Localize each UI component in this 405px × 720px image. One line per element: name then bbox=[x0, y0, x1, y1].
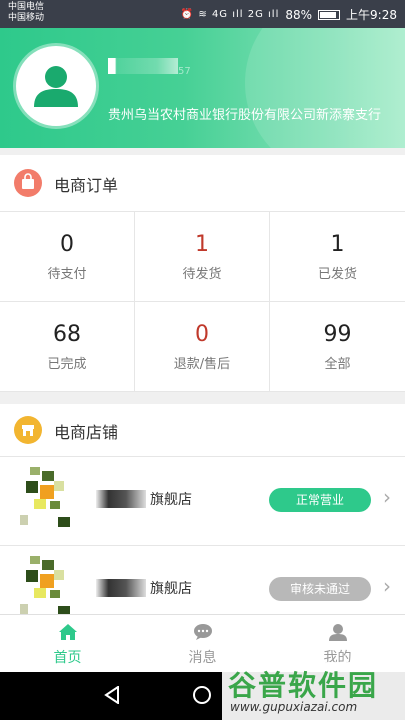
watermark: 谷普软件园 www.gupuxiazai.com bbox=[222, 662, 405, 720]
home-button-icon[interactable] bbox=[193, 686, 211, 704]
store-status-badge: 正常营业 bbox=[269, 488, 371, 512]
back-icon[interactable] bbox=[104, 686, 120, 704]
order-label: 已发货 bbox=[317, 267, 357, 282]
status-right: ⏰ ≋ 4G ıll 2G ıll 88% 上午9:28 bbox=[181, 6, 397, 23]
profile-header: 57 贵州乌当农村商业银行股份有限公司新添寨支行 bbox=[0, 28, 405, 148]
orders-section: 电商订单 0 待支付 1 待发货 1 已发货 68 已完成 0 退款/售后 99 全部 bbox=[0, 155, 405, 392]
battery-fill bbox=[320, 11, 336, 18]
order-label: 待发货 bbox=[182, 267, 222, 282]
orders-header: 电商订单 bbox=[0, 155, 405, 212]
order-count: 99 bbox=[323, 322, 352, 347]
store-name-text: 旗舰店 bbox=[150, 492, 192, 508]
order-label: 全部 bbox=[324, 357, 351, 372]
watermark-url: www.gupuxiazai.com bbox=[230, 700, 358, 714]
carrier-info: 中国电信 中国移动 bbox=[8, 2, 44, 24]
home-icon bbox=[0, 623, 135, 645]
store-name: 旗舰店 bbox=[96, 489, 192, 509]
order-status-cell[interactable]: 99 全部 bbox=[270, 302, 405, 392]
tab-label: 首页 bbox=[53, 650, 82, 666]
shopping-bag-icon bbox=[14, 169, 42, 197]
battery-icon bbox=[318, 9, 341, 20]
store-list: 旗舰店 正常营业 › 旗舰店 审核未通过 › bbox=[0, 457, 405, 635]
store-status-badge: 审核未通过 bbox=[269, 577, 371, 601]
stores-section: 电商店铺 旗舰店 正常营业 › 旗舰店 审核未通过 › bbox=[0, 404, 405, 635]
chevron-right-icon: › bbox=[383, 574, 391, 598]
bank-name: 贵州乌当农村商业银行股份有限公司新添寨支行 bbox=[108, 108, 382, 123]
order-count: 1 bbox=[330, 232, 345, 257]
order-label: 已完成 bbox=[47, 357, 87, 372]
carrier-2: 中国移动 bbox=[8, 13, 45, 23]
store-name-text: 旗舰店 bbox=[150, 581, 192, 597]
order-count: 68 bbox=[53, 322, 81, 347]
user-name-suffix: 57 bbox=[178, 66, 191, 77]
order-status-cell[interactable]: 1 已发货 bbox=[270, 212, 405, 302]
store-name-redaction bbox=[96, 579, 146, 597]
store-icon bbox=[14, 416, 42, 444]
user-icon bbox=[34, 66, 78, 107]
order-status-cell[interactable]: 1 待发货 bbox=[135, 212, 270, 302]
order-status-cell[interactable]: 0 退款/售后 bbox=[135, 302, 270, 392]
order-count: 1 bbox=[195, 232, 209, 257]
avatar[interactable] bbox=[16, 46, 96, 126]
order-status-cell[interactable]: 0 待支付 bbox=[0, 212, 135, 302]
order-grid: 0 待支付 1 待发货 1 已发货 68 已完成 0 退款/售后 99 全部 bbox=[0, 212, 405, 392]
orders-title: 电商订单 bbox=[54, 176, 119, 195]
store-name-redaction bbox=[96, 490, 146, 508]
stores-header: 电商店铺 bbox=[0, 404, 405, 457]
store-name: 旗舰店 bbox=[96, 578, 192, 598]
profile-icon bbox=[270, 623, 405, 645]
order-status-cell[interactable]: 68 已完成 bbox=[0, 302, 135, 392]
order-count: 0 bbox=[60, 232, 74, 257]
stores-title: 电商店铺 bbox=[54, 423, 119, 442]
order-label: 待支付 bbox=[47, 267, 87, 282]
carrier-1: 中国电信 bbox=[8, 2, 45, 12]
clock: 上午9:28 bbox=[346, 8, 397, 22]
order-label: 退款/售后 bbox=[173, 357, 231, 372]
message-icon bbox=[135, 623, 270, 645]
name-redaction bbox=[108, 58, 178, 74]
store-logo bbox=[20, 467, 78, 529]
tab-home[interactable]: 首页 bbox=[0, 615, 135, 673]
user-name: 57 bbox=[108, 58, 191, 78]
header-decoration bbox=[245, 28, 405, 148]
watermark-text: 谷普软件园 bbox=[228, 669, 379, 702]
store-logo bbox=[20, 556, 78, 618]
chevron-right-icon: › bbox=[383, 485, 391, 509]
status-bar: 中国电信 中国移动 ⏰ ≋ 4G ıll 2G ıll 88% 上午9:28 bbox=[0, 0, 405, 28]
store-row[interactable]: 旗舰店 正常营业 › bbox=[0, 457, 405, 546]
signal-indicators: ⏰ ≋ 4G ıll 2G ıll bbox=[180, 9, 280, 20]
battery-percent: 88% bbox=[285, 7, 313, 22]
order-count: 0 bbox=[195, 322, 209, 347]
